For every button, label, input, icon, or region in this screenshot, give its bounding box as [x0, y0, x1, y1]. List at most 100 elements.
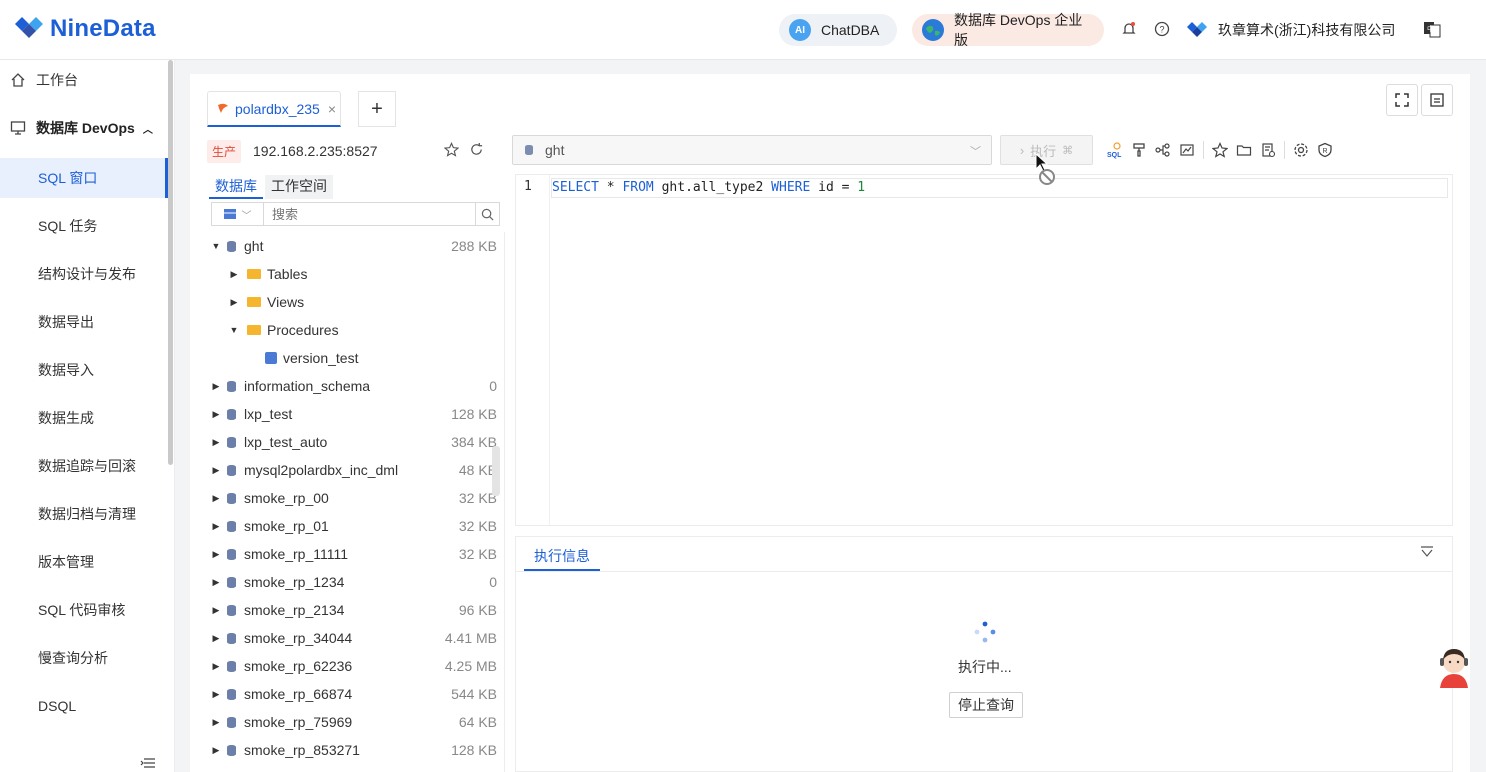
tree-item[interactable]: ▶ smoke_rp_853271 128 KB	[207, 736, 504, 764]
close-tab-icon[interactable]: ×	[328, 101, 336, 117]
caret-right-icon[interactable]: ▶	[211, 577, 221, 588]
tree-item-label: version_test	[283, 350, 359, 366]
devops-edition-button[interactable]: 数据库 DevOps 企业版	[912, 12, 1104, 48]
caret-right-icon[interactable]: ▶	[211, 381, 221, 392]
tree-item-size: 384 KB	[451, 434, 497, 450]
nav-data-export[interactable]: 数据导出	[0, 302, 168, 342]
tab-execution-info[interactable]: 执行信息	[524, 543, 600, 571]
caret-right-icon[interactable]: ▶	[211, 717, 221, 728]
search-icon[interactable]	[475, 203, 499, 225]
database-select[interactable]: ght ﹀	[512, 135, 992, 165]
nav-workbench[interactable]: 工作台	[0, 60, 168, 100]
sql-editor[interactable]: 1 SELECT * FROM ght.all_type2 WHERE id =…	[515, 174, 1453, 526]
tree-item[interactable]: ▶ smoke_rp_1234 0	[207, 568, 504, 596]
caret-right-icon[interactable]: ▶	[211, 493, 221, 504]
toolbar-divider	[1203, 141, 1204, 159]
nav-data-import[interactable]: 数据导入	[0, 350, 168, 390]
help-icon[interactable]: ?	[1153, 20, 1171, 38]
caret-right-icon[interactable]: ▶	[211, 745, 221, 756]
collapse-sidebar-icon[interactable]	[140, 756, 156, 772]
caret-right-icon[interactable]: ▶	[211, 661, 221, 672]
nav-group-devops[interactable]: 数据库 DevOps ︿	[0, 108, 168, 148]
fullscreen-icon[interactable]	[1386, 84, 1418, 116]
caret-right-icon[interactable]: ▶	[211, 549, 221, 560]
tree-item[interactable]: ▶ smoke_rp_62236 4.25 MB	[207, 652, 504, 680]
search-input[interactable]	[264, 206, 475, 222]
caret-down-icon[interactable]: ▼	[229, 325, 239, 335]
tree-item[interactable]: ▶ smoke_rp_34044 4.41 MB	[207, 624, 504, 652]
tree-item[interactable]: ▶ lxp_test 128 KB	[207, 400, 504, 428]
chevron-up-icon: ︿	[142, 124, 153, 136]
caret-right-icon[interactable]: ▶	[211, 633, 221, 644]
panel-toggle-icon[interactable]	[1421, 84, 1453, 116]
tree-item[interactable]: ▶ smoke_rp_01 32 KB	[207, 512, 504, 540]
tree-item[interactable]: ▶ mysql2polardbx_inc_dml 48 KB	[207, 456, 504, 484]
execution-status: 执行中...	[958, 659, 1012, 675]
support-assistant-avatar[interactable]	[1434, 644, 1474, 688]
tree-item[interactable]: ▶ smoke_rp_66874 544 KB	[207, 680, 504, 708]
tree-item[interactable]: ▶ Tables	[207, 260, 504, 288]
nav-data-generate[interactable]: 数据生成	[0, 398, 168, 438]
nav-sql-window[interactable]: SQL 窗口	[0, 158, 168, 198]
refresh-icon[interactable]	[469, 142, 484, 157]
caret-right-icon[interactable]: ▶	[211, 689, 221, 700]
chart-icon[interactable]	[1175, 140, 1199, 160]
tree-item[interactable]: ▶ Views	[207, 288, 504, 316]
caret-right-icon[interactable]: ▶	[211, 605, 221, 616]
tree-item[interactable]: ▼ ght 288 KB	[207, 232, 504, 260]
nav-schema-design[interactable]: 结构设计与发布	[0, 254, 168, 294]
security-shield-icon[interactable]: R	[1313, 140, 1337, 160]
settings-gear-icon[interactable]	[1289, 140, 1313, 160]
caret-right-icon[interactable]: ▶	[229, 269, 239, 280]
history-icon[interactable]	[1256, 140, 1280, 160]
tree-scrollbar[interactable]	[492, 446, 500, 496]
nav-data-archive[interactable]: 数据归档与清理	[0, 494, 168, 534]
nav-version-mgmt[interactable]: 版本管理	[0, 542, 168, 582]
env-badge: 生产	[207, 139, 242, 163]
sql-format-icon[interactable]: SQL	[1103, 140, 1127, 160]
stop-query-button[interactable]: 停止查询	[949, 692, 1023, 718]
tree-item[interactable]: ▼ Procedures	[207, 316, 504, 344]
tree-item[interactable]: ▶ smoke_rp_11111 32 KB	[207, 540, 504, 568]
caret-right-icon[interactable]: ▶	[211, 521, 221, 532]
tree-item[interactable]: ▶ information_schema 0	[207, 372, 504, 400]
tree-item-label: lxp_test_auto	[244, 434, 328, 450]
folder-icon[interactable]	[1232, 140, 1256, 160]
caret-down-icon[interactable]: ▼	[211, 241, 221, 251]
organization-switcher[interactable]: 玖章算术(浙江)科技有限公司	[1186, 20, 1395, 40]
favorite-star-icon[interactable]	[1208, 140, 1232, 160]
tree-item-label: smoke_rp_1234	[244, 574, 345, 590]
star-icon[interactable]	[444, 142, 459, 157]
tree-item[interactable]: ▶ smoke_rp_00 32 KB	[207, 484, 504, 512]
brand-logo[interactable]: NineData	[14, 14, 156, 44]
caret-right-icon[interactable]: ▶	[211, 437, 221, 448]
tree-item[interactable]: version_test	[207, 344, 504, 372]
tab-database[interactable]: 数据库	[209, 175, 263, 199]
add-tab-button[interactable]: +	[358, 91, 396, 127]
collapse-panel-icon[interactable]	[1420, 545, 1434, 561]
nav-dsql[interactable]: DSQL	[0, 686, 168, 726]
nav-label: DSQL	[38, 698, 77, 714]
notification-bell-icon[interactable]	[1120, 20, 1138, 38]
nav-sql-task[interactable]: SQL 任务	[0, 206, 168, 246]
tree-item[interactable]: ▶ lxp_test_auto 384 KB	[207, 428, 504, 456]
tab-workspace[interactable]: 工作空间	[265, 175, 333, 199]
paint-brush-icon[interactable]	[1127, 140, 1151, 160]
language-switch-icon[interactable]: 中	[1423, 20, 1441, 38]
explain-plan-icon[interactable]	[1151, 140, 1175, 160]
tree-item[interactable]: ▶ smoke_rp_2134 96 KB	[207, 596, 504, 624]
chatdba-button[interactable]: AI ChatDBA	[779, 14, 897, 46]
sidebar-scrollbar[interactable]	[168, 60, 173, 465]
object-type-select[interactable]: ﹀	[212, 203, 264, 225]
caret-right-icon[interactable]: ▶	[211, 409, 221, 420]
nav-data-tracking[interactable]: 数据追踪与回滚	[0, 446, 168, 486]
tree-item-label: smoke_rp_62236	[244, 658, 353, 674]
tree-item-label: Views	[267, 294, 305, 310]
nav-slow-query[interactable]: 慢查询分析	[0, 638, 168, 678]
tree-item[interactable]: ▶ smoke_rp_75969 64 KB	[207, 708, 504, 736]
caret-right-icon[interactable]: ▶	[211, 465, 221, 476]
tab-polardbx-235[interactable]: polardbx_235 ×	[207, 91, 341, 127]
nav-sql-review[interactable]: SQL 代码审核	[0, 590, 168, 630]
caret-right-icon[interactable]: ▶	[229, 297, 239, 308]
sql-code-line[interactable]: SELECT * FROM ght.all_type2 WHERE id = 1	[551, 178, 1448, 198]
